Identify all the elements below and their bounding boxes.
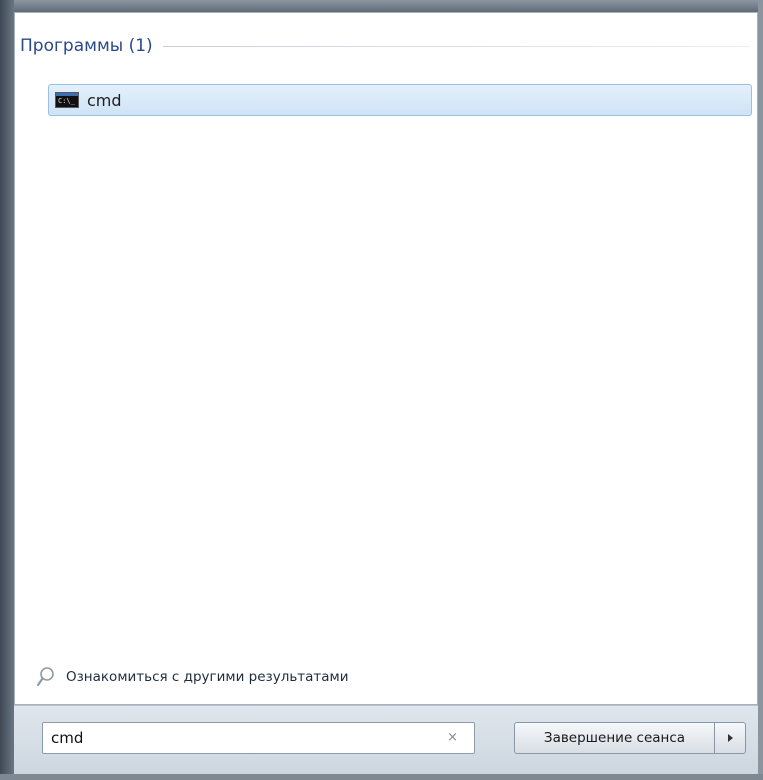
programs-section-header: Программы (1): [20, 36, 750, 56]
shutdown-button[interactable]: Завершение сеанса: [514, 722, 715, 754]
cmd-icon-titlebar: [56, 93, 78, 96]
arrow-right-icon: [727, 734, 733, 742]
result-item-label: cmd: [87, 90, 122, 110]
programs-section-title: Программы (1): [20, 36, 153, 56]
section-divider: [162, 45, 750, 47]
see-more-results-link[interactable]: Ознакомиться с другими результатами: [36, 666, 349, 688]
see-more-results-label: Ознакомиться с другими результатами: [66, 669, 349, 685]
cmd-icon: C:\_: [55, 92, 79, 108]
frame-left-edge: [0, 0, 14, 780]
cmd-icon-prompt: C:\_: [58, 97, 75, 105]
search-box: ×: [42, 722, 475, 754]
shutdown-button-label: Завершение сеанса: [543, 730, 686, 746]
frame-bottom-edge: [0, 774, 763, 780]
frame-right-edge: [758, 0, 763, 780]
shutdown-options-button[interactable]: [715, 722, 746, 754]
clear-search-icon[interactable]: ×: [447, 731, 458, 745]
start-menu-frame: Программы (1) C:\_ cmd Ознакомиться с др…: [0, 0, 763, 780]
shutdown-group: Завершение сеанса: [514, 722, 746, 754]
result-item-cmd[interactable]: C:\_ cmd: [48, 84, 752, 116]
frame-top-edge: [0, 0, 763, 12]
magnify-icon: [36, 667, 54, 687]
search-input[interactable]: [43, 724, 431, 752]
